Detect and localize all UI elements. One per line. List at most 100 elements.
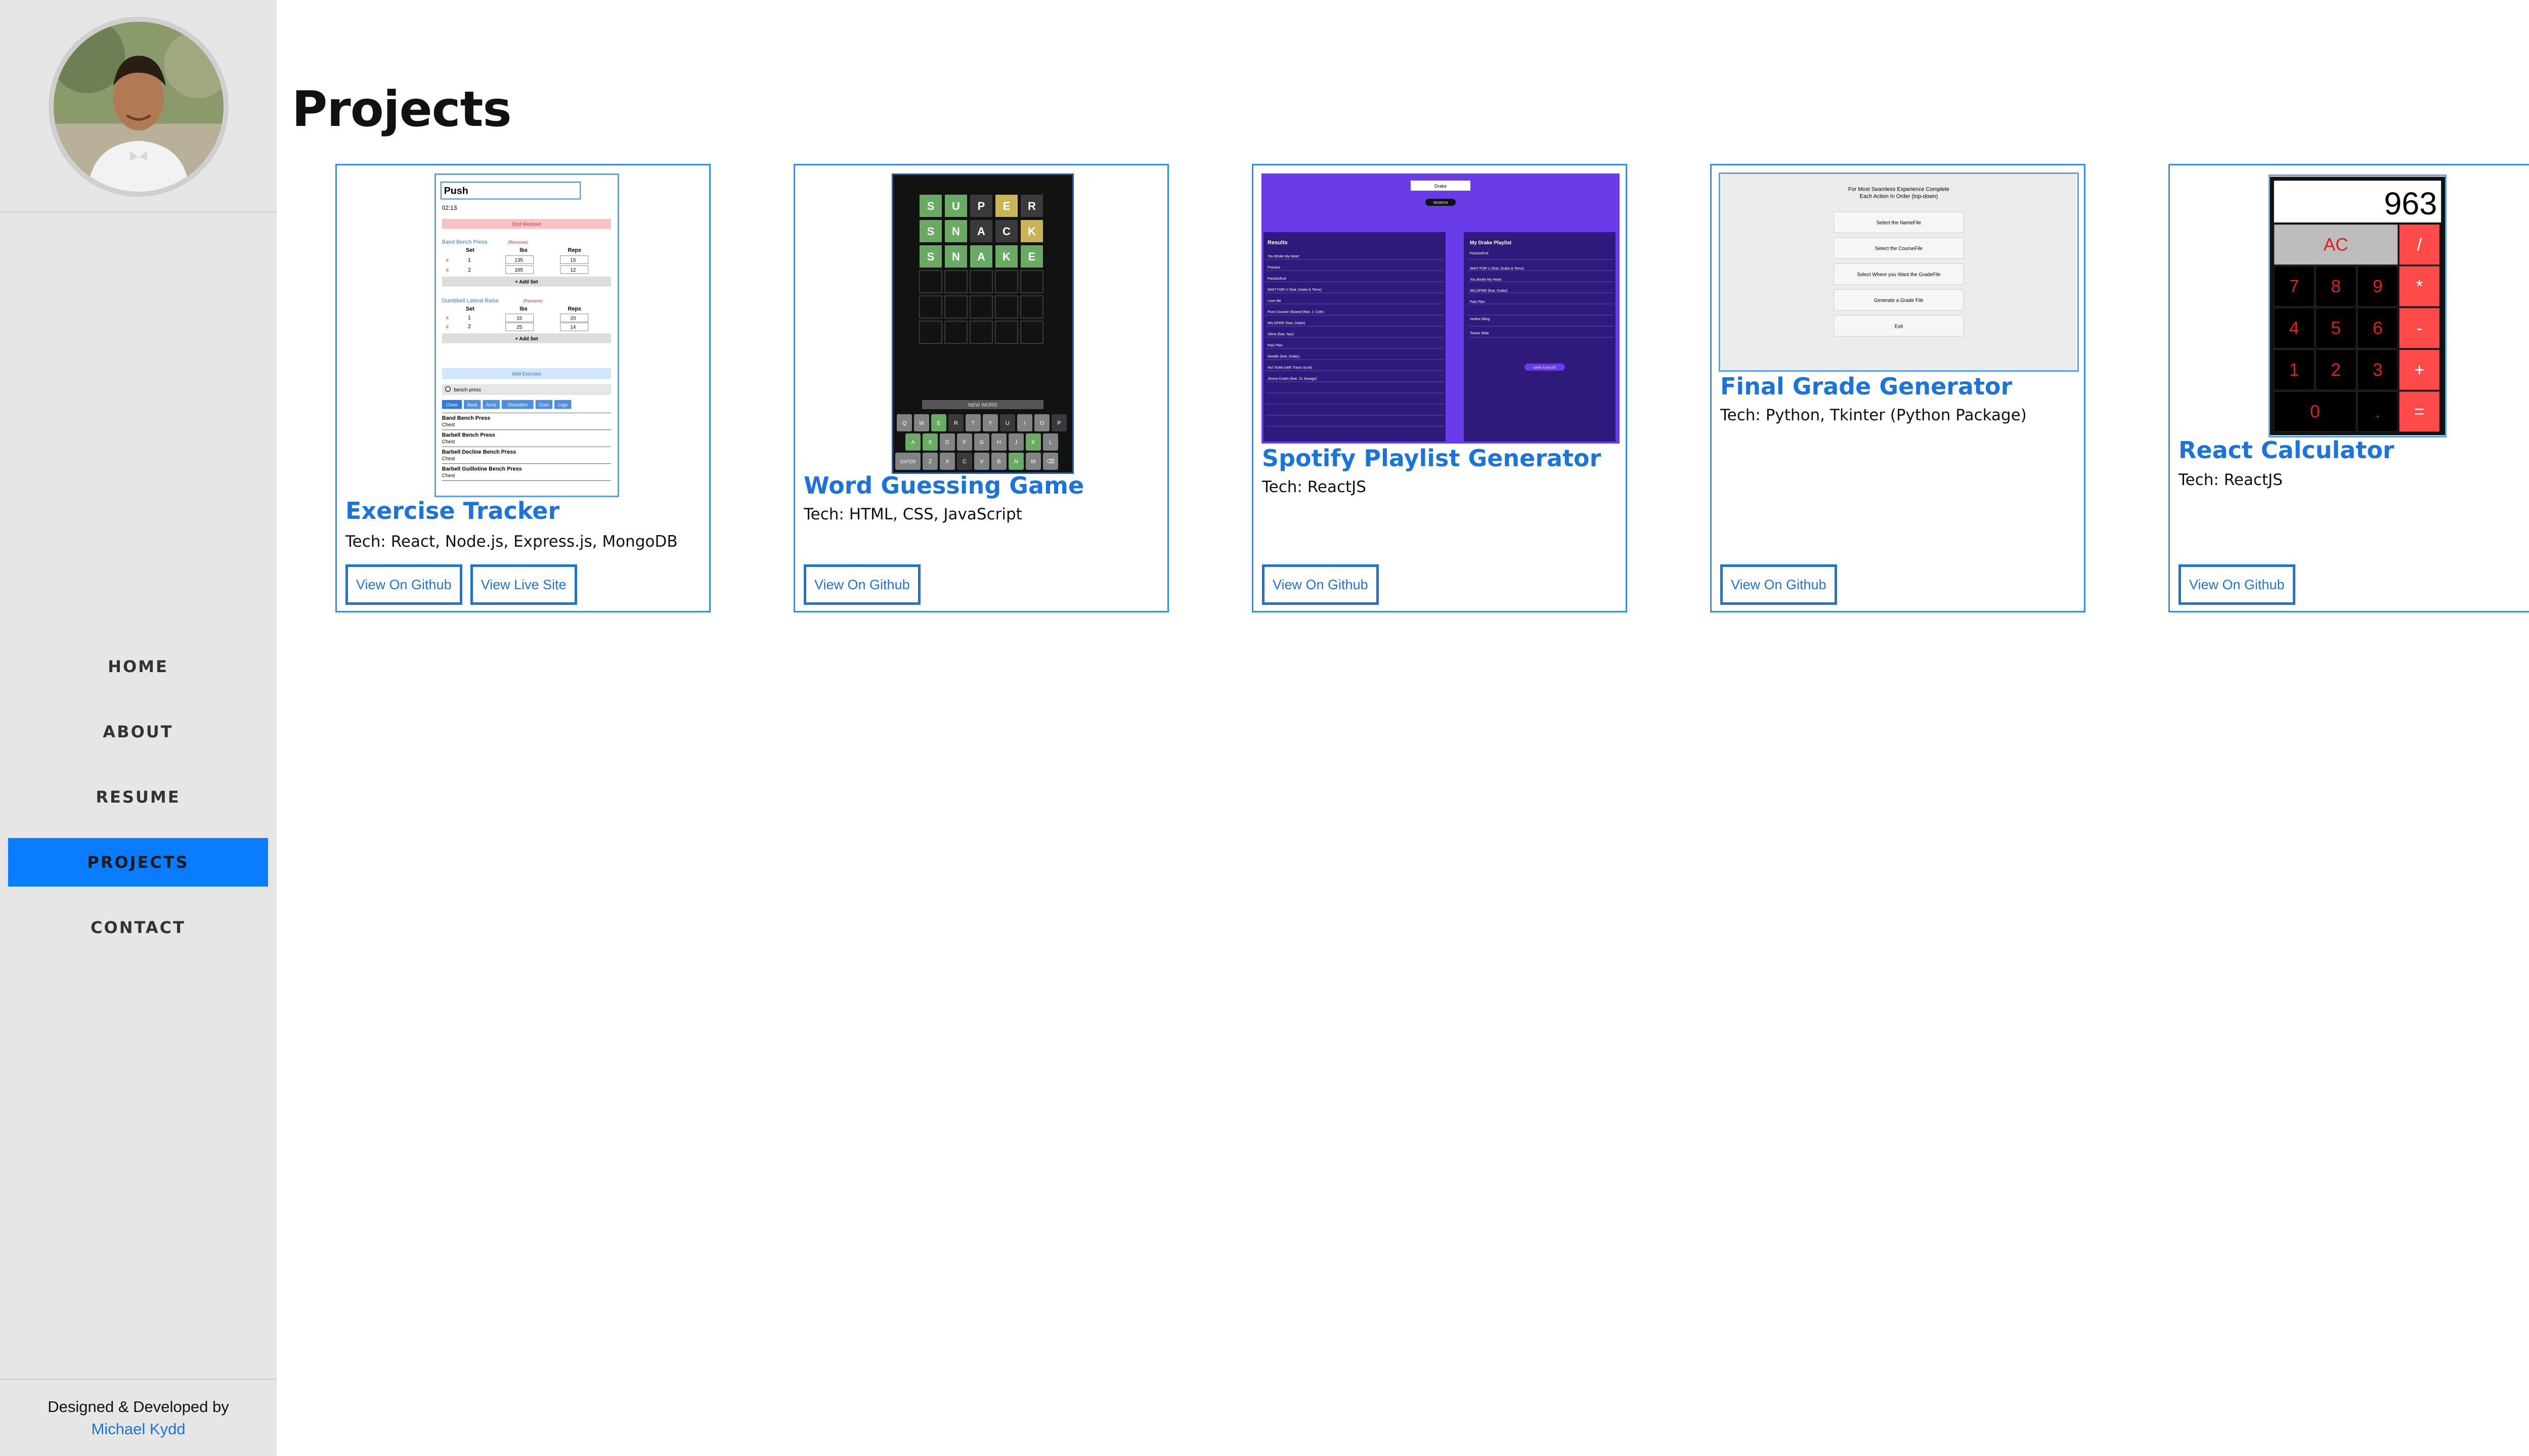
svg-text:+ Add Set: + Add Set [515, 336, 538, 342]
calc-key-label: - [2416, 319, 2422, 338]
grade-action: Generate a Grade File [1874, 298, 1924, 303]
word-tile-letter: N [952, 250, 960, 263]
svg-text:Barbell Decline Bench Press: Barbell Decline Bench Press [442, 449, 516, 455]
svg-text:Jimmy Cooks (feat. 21 Savage): Jimmy Cooks (feat. 21 Savage) [1268, 377, 1317, 381]
svg-text:Legs: Legs [558, 403, 568, 408]
nav-label: CONTACT [91, 918, 186, 937]
view-github-button[interactable]: View On Github [2178, 564, 2295, 605]
calc-key-label: 4 [2289, 319, 2299, 338]
set-col: Set [466, 247, 474, 253]
project-title[interactable]: Final Grade Generator [1720, 373, 2012, 400]
calc-key-label: AC [2324, 235, 2348, 254]
project-tech: Tech: ReactJS [1262, 478, 1366, 496]
grade-action: Select the CourseFile [1875, 246, 1923, 252]
keyboard-key-label: S [928, 439, 932, 446]
nav-item-contact[interactable]: CONTACT [8, 903, 268, 952]
sidebar-divider [0, 211, 277, 213]
nav-item-about[interactable]: ABOUT [8, 708, 268, 756]
view-github-button[interactable]: View On Github [1720, 564, 1837, 605]
keyboard-key-label: N [1014, 459, 1018, 465]
svg-text:20: 20 [571, 316, 576, 322]
calc-key-label: + [2414, 360, 2425, 380]
exercise-1-name: Band Bench Press [442, 239, 488, 245]
word-tile-letter: K [1028, 225, 1036, 238]
nav-label: PROJECTS [87, 853, 189, 872]
project-buttons: View On Github View Live Site [345, 564, 577, 605]
svg-text:Reps: Reps [568, 306, 581, 312]
nav-label: RESUME [96, 787, 181, 807]
reps-col: Reps [568, 247, 581, 253]
svg-text:You Broke My Heart: You Broke My Heart [1268, 255, 1299, 258]
view-live-site-button[interactable]: View Live Site [470, 564, 577, 605]
avatar [49, 17, 229, 197]
svg-text:Pure Cocaine Slowed (feat. J.: Pure Cocaine Slowed (feat. J. Cole) [1268, 311, 1324, 314]
project-card-react-calculator: 963 AC/7 8 9 * 4 5 6-1 2 3 +0. = React Calculator … [2168, 164, 2529, 612]
svg-text:2: 2 [468, 324, 471, 330]
keyboard-key-label: R [954, 420, 958, 426]
sidebar-nav: HOME ABOUT RESUME PROJECTS CONTACT [8, 642, 268, 968]
workout-timer: 02:13 [442, 204, 457, 211]
keyboard-key-label: A [911, 439, 915, 446]
svg-text:15: 15 [571, 257, 576, 263]
keyboard-key-label: T [972, 420, 975, 426]
project-title[interactable]: Spotify Playlist Generator [1262, 445, 1601, 472]
svg-text:x: x [446, 267, 449, 273]
remove-label: (Remove) [508, 240, 528, 245]
author-link[interactable]: Michael Kydd [0, 1418, 277, 1440]
calc-display: 963 [2384, 186, 2437, 222]
project-title[interactable]: Exercise Tracker [345, 497, 559, 524]
svg-text:Back: Back [467, 403, 477, 408]
word-tile-letter: A [977, 250, 985, 263]
svg-text:Arms: Arms [486, 403, 497, 408]
svg-text:Needle (feat. Drake): Needle (feat. Drake) [1268, 355, 1299, 359]
project-buttons: View On Github [1720, 564, 1837, 605]
nav-label: ABOUT [103, 722, 173, 741]
word-tile-letter: C [1002, 225, 1011, 238]
calc-key-label: 2 [2331, 360, 2341, 380]
add-set-label: + Add Set [515, 280, 538, 285]
svg-text:(Remove): (Remove) [523, 298, 543, 303]
svg-text:12: 12 [571, 268, 576, 273]
keyboard-key-label: B [997, 459, 1000, 465]
svg-text:Pain Plan: Pain Plan [1470, 300, 1485, 304]
keyboard-key-label: Y [988, 420, 992, 426]
project-card-word-guessing-game: SUPERSNACKSNAKE NEW WORD QWERTYUIOPASDFG… [794, 164, 1169, 612]
svg-text:Chest: Chest [442, 473, 455, 478]
results-heading: Results [1268, 240, 1288, 246]
svg-text:14: 14 [571, 325, 576, 330]
svg-text:Pain Plan: Pain Plan [1268, 344, 1283, 347]
calc-key-label: 9 [2373, 277, 2383, 296]
exercise-2-name: Dumbbell Lateral Raise [442, 298, 499, 304]
keyboard-key-label: H [997, 439, 1001, 446]
nav-item-resume[interactable]: RESUME [8, 773, 268, 821]
view-github-button[interactable]: View On Github [804, 564, 921, 605]
view-github-button[interactable]: View On Github [1262, 564, 1379, 605]
keyboard-key-label: K [1031, 439, 1035, 446]
word-tile-letter: N [952, 225, 960, 238]
word-tile-letter: K [1002, 250, 1011, 263]
keyboard-key-label: X [945, 459, 949, 465]
view-github-button[interactable]: View On Github [345, 564, 462, 605]
project-title[interactable]: React Calculator [2178, 436, 2394, 464]
nav-item-projects[interactable]: PROJECTS [8, 838, 268, 887]
calc-key-label: 0 [2310, 402, 2320, 422]
svg-text:Set: Set [466, 306, 474, 312]
project-buttons: View On Github [1262, 564, 1379, 605]
grade-header-1: For Most Seamless Experience Complete [1848, 186, 1949, 192]
project-tech: Tech: HTML, CSS, JavaScript [804, 505, 1022, 523]
playlist-heading: My Drake Playlist [1470, 240, 1512, 246]
svg-text:Slime (feat. Nav): Slime (feat. Nav) [1268, 333, 1294, 336]
svg-text:WILDFIRE (feat. Drake): WILDFIRE (feat. Drake) [1268, 322, 1305, 325]
calc-key-label: 1 [2289, 360, 2299, 380]
svg-text:x: x [446, 324, 449, 330]
project-title[interactable]: Word Guessing Game [804, 472, 1084, 499]
svg-text:2: 2 [468, 267, 471, 273]
svg-text:SAVE PLAYLIST: SAVE PLAYLIST [1534, 367, 1556, 370]
svg-text:Chest: Chest [446, 403, 458, 408]
keyboard-key-label: ENTER [900, 459, 916, 464]
svg-text:SEARCH: SEARCH [1433, 201, 1448, 205]
svg-text:Passionfruit: Passionfruit [1470, 252, 1489, 255]
nav-item-home[interactable]: HOME [8, 642, 268, 691]
calc-key-label: 3 [2373, 360, 2383, 380]
calc-key-label: 7 [2289, 277, 2299, 296]
